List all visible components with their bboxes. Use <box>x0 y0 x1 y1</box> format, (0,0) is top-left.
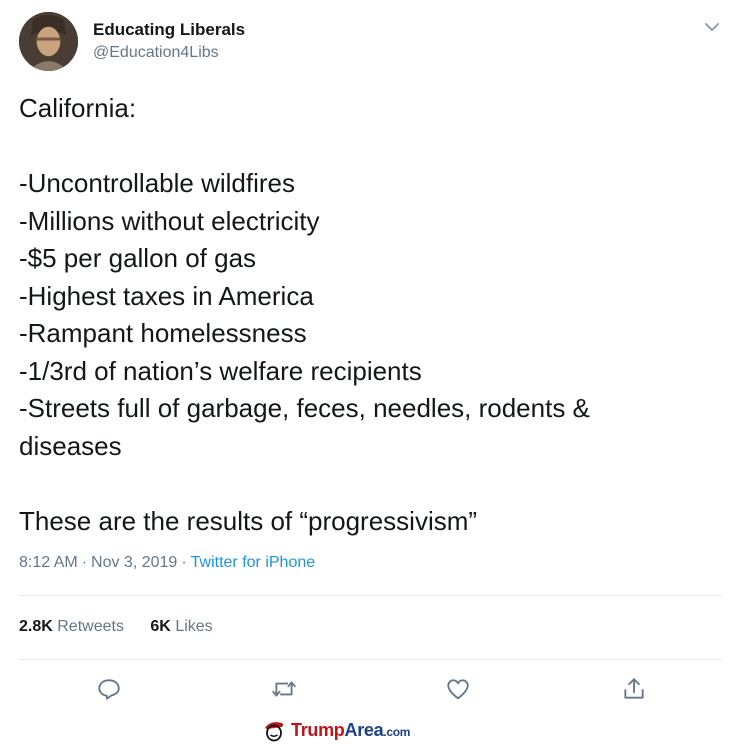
trump-hair-icon <box>265 722 283 742</box>
tweet-line: -Rampant homelessness <box>19 318 307 348</box>
retweets-count: 2.8K <box>19 618 53 635</box>
likes-stat[interactable]: 6K Likes <box>150 618 212 635</box>
tweet-line: -Streets full of garbage, feces, needles… <box>19 393 590 423</box>
like-button[interactable] <box>445 676 471 702</box>
retweet-icon <box>272 681 296 697</box>
tweet-text: California: -Uncontrollable wildfires -M… <box>19 90 709 540</box>
tweet-line: These are the results of “progressivism” <box>19 505 478 536</box>
likes-label: Likes <box>175 618 213 635</box>
tweet-line: -Millions without electricity <box>19 205 320 236</box>
retweets-label: Retweets <box>57 618 124 635</box>
tweet-line: -$5 per gallon of gas <box>19 243 257 273</box>
user-handle[interactable]: @Education4Libs <box>93 44 219 62</box>
tweet-actions <box>0 676 740 704</box>
watermark-part2: Area <box>344 719 384 740</box>
share-button[interactable] <box>621 676 647 702</box>
tweet-line: -1/3rd of nation’s welfare recipients <box>19 355 422 386</box>
heart-icon <box>447 679 469 700</box>
tweet-card: Educating Liberals @Education4Libs Calif… <box>0 0 740 743</box>
divider <box>19 595 722 596</box>
watermark-text: TrumpArea.com <box>291 720 410 741</box>
tweet-meta: 8:12 AM · Nov 3, 2019 · Twitter for iPhone <box>19 554 315 572</box>
tweet-line: -Highest taxes in America <box>19 280 314 311</box>
meta-separator: · <box>181 554 187 571</box>
chevron-down-icon[interactable] <box>703 18 721 36</box>
tweet-line: -Uncontrollable wildfires <box>19 168 295 198</box>
tweet-time[interactable]: 8:12 AM <box>19 554 78 571</box>
display-name[interactable]: Educating Liberals <box>93 20 245 40</box>
meta-separator: · <box>81 554 88 571</box>
tweet-source-link[interactable]: Twitter for iPhone <box>191 554 316 571</box>
retweet-button[interactable] <box>271 676 297 702</box>
watermark-part3: .com <box>383 724 411 739</box>
tweet-line: California: <box>19 93 137 123</box>
retweets-stat[interactable]: 2.8K Retweets <box>19 618 124 635</box>
tweet-line: diseases <box>19 430 122 461</box>
divider <box>19 659 722 660</box>
reply-icon <box>98 679 120 700</box>
reply-button[interactable] <box>96 676 122 702</box>
watermark: TrumpArea.com <box>262 716 410 744</box>
likes-count: 6K <box>150 618 171 635</box>
watermark-part1: Trump <box>291 719 345 740</box>
tweet-stats: 2.8K Retweets 6K Likes <box>19 618 235 636</box>
avatar-image <box>19 12 78 71</box>
tweet-date[interactable]: Nov 3, 2019 <box>91 554 177 571</box>
avatar[interactable] <box>19 12 78 71</box>
share-icon <box>624 678 644 699</box>
